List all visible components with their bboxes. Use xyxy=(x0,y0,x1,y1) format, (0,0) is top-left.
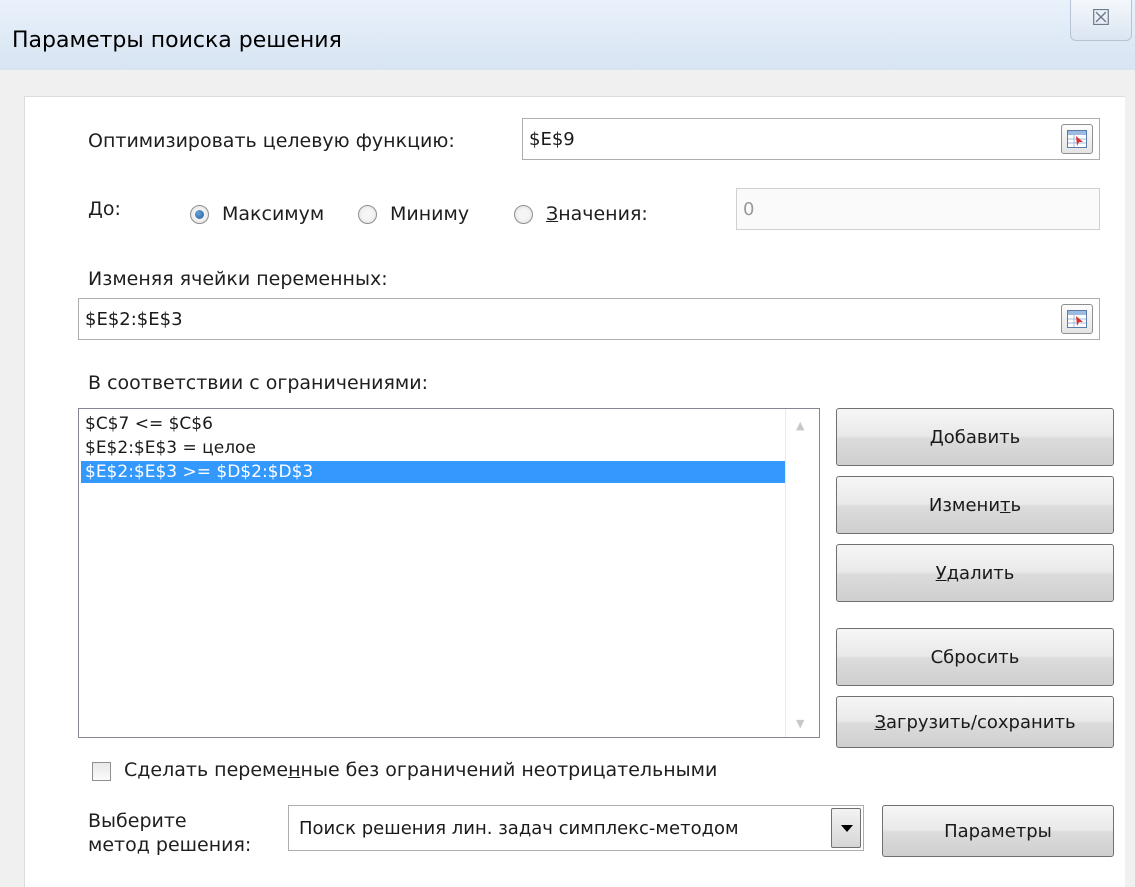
close-button[interactable]: ☒ xyxy=(1070,0,1132,41)
constraints-scrollbar[interactable]: ▲ ▼ xyxy=(785,409,819,737)
objective-value: $E$9 xyxy=(529,128,575,150)
radio-max[interactable] xyxy=(190,205,209,224)
change-button-label: Изменить xyxy=(928,494,1022,516)
constraints-label: В соответствии с ограничениями: xyxy=(88,372,429,394)
objective-field[interactable]: $E$9 xyxy=(522,118,1100,160)
list-item[interactable]: $E$2:$E$3 = целое xyxy=(81,437,785,459)
objective-label: Оптимизировать целевую функцию: xyxy=(88,130,455,152)
constraints-list[interactable]: $C$7 <= $C$6 $E$2:$E$3 = целое $E$2:$E$3… xyxy=(78,408,820,738)
load-save-button[interactable]: Загрузить/сохранить xyxy=(836,696,1114,748)
nonneg-checkbox[interactable] xyxy=(92,762,111,781)
variables-field[interactable]: $E$2:$E$3 xyxy=(78,298,1100,340)
solver-dialog: Параметры поиска решения ☒ Оптимизироват… xyxy=(0,0,1135,887)
add-button[interactable]: Добавить xyxy=(836,408,1114,466)
chevron-down-icon[interactable] xyxy=(831,808,861,848)
title-bar: Параметры поиска решения ☒ xyxy=(0,0,1135,70)
scroll-up-icon[interactable]: ▲ xyxy=(796,419,804,432)
value-of-text: 0 xyxy=(743,198,755,220)
reset-button-label: Сбросить xyxy=(930,646,1020,668)
add-button-label: Добавить xyxy=(929,426,1021,448)
delete-button[interactable]: Удалить xyxy=(836,544,1114,602)
close-icon: ☒ xyxy=(1091,6,1111,31)
radio-value[interactable] xyxy=(514,205,533,224)
options-button-label: Параметры xyxy=(944,820,1052,842)
list-item-selected[interactable]: $E$2:$E$3 >= $D$2:$D$3 xyxy=(81,461,785,483)
reset-button[interactable]: Сбросить xyxy=(836,628,1114,686)
value-of-field[interactable]: 0 xyxy=(736,188,1100,230)
method-select[interactable]: Поиск решения лин. задач симплекс-методо… xyxy=(288,805,864,851)
variables-label: Изменяя ячейки переменных: xyxy=(88,268,388,290)
nonneg-label: Сделать переменные без ограничений неотр… xyxy=(124,759,718,781)
method-select-value: Поиск решения лин. задач симплекс-методо… xyxy=(299,818,739,839)
objective-range-button[interactable] xyxy=(1061,124,1093,154)
options-button[interactable]: Параметры xyxy=(882,805,1114,857)
radio-min[interactable] xyxy=(358,205,377,224)
target-label: До: xyxy=(88,198,121,220)
change-button[interactable]: Изменить xyxy=(836,476,1114,534)
scroll-down-icon[interactable]: ▼ xyxy=(796,717,804,730)
radio-max-label: Максимум xyxy=(222,203,325,225)
range-select-icon xyxy=(1067,130,1087,148)
radio-min-label: Миниму xyxy=(390,203,470,225)
load-save-button-label: Загрузить/сохранить xyxy=(874,711,1076,733)
radio-value-label: Значения: xyxy=(546,203,648,225)
method-label-line1: Выберите xyxy=(88,810,187,832)
list-item[interactable]: $C$7 <= $C$6 xyxy=(81,413,785,435)
method-label-line2: метод решения: xyxy=(88,834,252,856)
variables-value: $E$2:$E$3 xyxy=(85,308,183,330)
range-select-icon xyxy=(1067,310,1087,328)
dialog-title: Параметры поиска решения xyxy=(12,28,342,53)
variables-range-button[interactable] xyxy=(1061,304,1093,334)
delete-button-label: Удалить xyxy=(935,562,1015,584)
